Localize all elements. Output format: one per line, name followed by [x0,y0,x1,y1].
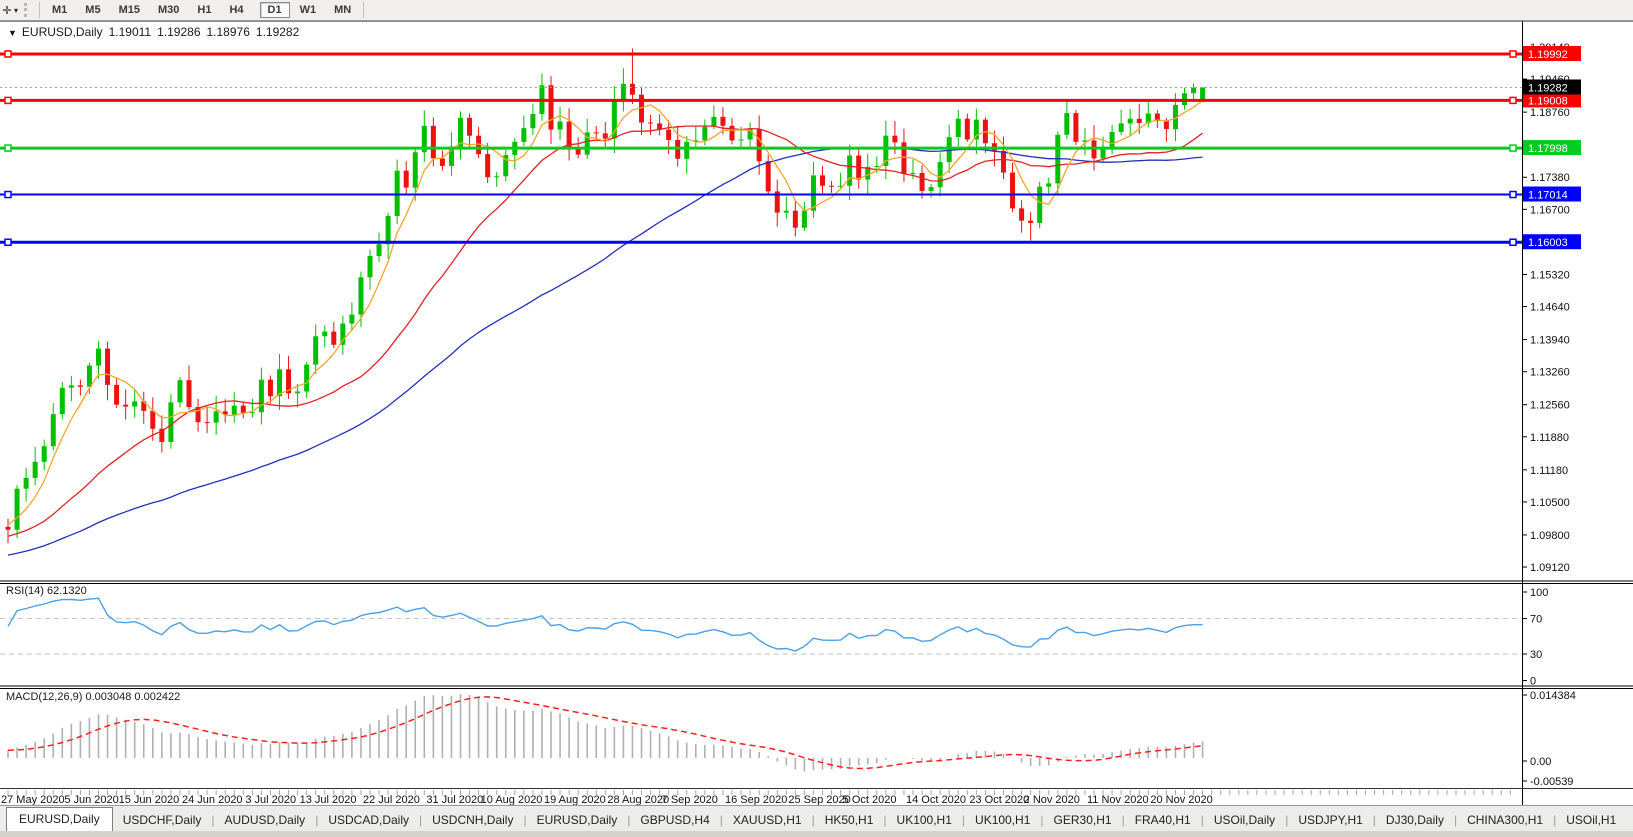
crosshair-icon[interactable]: ✛ [0,4,14,17]
window-bottom-edge [0,831,1633,837]
price-axis-label: 1.18760 [1530,107,1570,119]
macd-axis-label: 0.00 [1530,756,1551,768]
timeframe-button-D1[interactable]: D1 [260,2,290,18]
chart-tab-ger30-h1[interactable]: GER30,H1 [1044,809,1122,832]
chart-tab-china300-h1[interactable]: CHINA300,H1 [1457,809,1553,832]
rsi-line [8,598,1203,651]
price-axis-label: 1.16700 [1530,204,1570,216]
price-axis-label: 1.11880 [1530,432,1569,444]
chart-tab-usoil-daily[interactable]: USOil,Daily [1204,809,1285,832]
timeframe-toolbar: ✛ ▾ M1M5M15M30H1H4 D1W1MN [0,0,1633,21]
chart-tab-usdchf-daily[interactable]: USDCHF,Daily [113,809,212,832]
price-axis-label: 1.15320 [1530,269,1570,281]
chart-tab-gbpusd-h4[interactable]: GBPUSD,H4 [630,809,719,832]
hline-handle[interactable] [1510,51,1516,57]
ohlc-high: 1.19286 [157,25,200,39]
candlestick-series [6,48,1206,543]
symbol-dropdown-icon[interactable]: ▼ [8,28,17,38]
price-badge-1.16003-text: 1.16003 [1528,237,1568,249]
ma-fast-line [8,101,1203,525]
price-axis-label: 1.12560 [1530,400,1570,412]
hline-handle[interactable] [5,97,11,103]
hline-handle[interactable] [5,192,11,198]
chart-tab-uk100-h1[interactable]: UK100,H1 [887,809,962,832]
price-badge-1.17014-text: 1.17014 [1528,190,1568,202]
timeframe-button-M15[interactable]: M15 [111,2,148,18]
chart-title: ▼ EURUSD,Daily 1.19011 1.19286 1.18976 1.1928… [8,25,305,39]
chart-tab-xauusd-h1[interactable]: XAUUSD,H1 [723,809,812,832]
toolbar-dropdown-icon[interactable]: ▾ [14,6,18,15]
macd-indicator-label: MACD(12,26,9) 0.003048 0.002422 [6,691,180,703]
timeframe-button-M5[interactable]: M5 [77,2,108,18]
chart-tab-uk100-h1[interactable]: UK100,H1 [965,809,1040,832]
timeframe-button-M1[interactable]: M1 [44,2,75,18]
toolbar-separator [39,2,40,18]
hline-handle[interactable] [5,51,11,57]
price-axis-label: 1.13940 [1530,335,1570,347]
price-axis-label: 1.10500 [1530,497,1570,509]
price-axis-label: 1.11180 [1530,465,1568,477]
chart-tab-hk50-h1[interactable]: HK50,H1 [815,809,884,832]
macd-axis-label: -0.00539 [1530,776,1573,788]
price-badge-1.19992-text: 1.19992 [1528,49,1568,61]
rsi-axis-label: 30 [1530,649,1542,661]
chart-tab-usoil-h1[interactable]: USOil,H1 [1556,809,1626,832]
chart-tab-dj30-daily[interactable]: DJ30,Daily [1376,809,1454,832]
chart-tab-usdjpy-h1[interactable]: USDJPY,H1 [1288,809,1372,832]
price-badge-1.19008-text: 1.19008 [1528,95,1568,107]
chart-tab-eurusd-daily[interactable]: EURUSD,Daily [6,807,113,832]
timeframe-button-H1[interactable]: H1 [189,2,219,18]
ma-mid-line [8,126,1203,536]
hline-handle[interactable] [5,239,11,245]
toolbar-separator [363,2,364,18]
rsi-indicator-label: RSI(14) 62.1320 [6,585,87,597]
chart-canvas[interactable]: 1.201401.194601.187601.180801.173801.167… [0,0,1633,837]
chart-tab-usdcad-daily[interactable]: USDCAD,Daily [318,809,419,832]
chart-tabbar: EURUSD,DailyUSDCHF,Daily|AUDUSD,Daily|US… [0,805,1633,832]
rsi-axis-label: 0 [1530,676,1536,688]
price-axis-label: 1.09120 [1530,562,1570,574]
macd-axis-label: 0.014384 [1530,690,1576,702]
timeframe-button-W1[interactable]: W1 [292,2,325,18]
chart-tab-audusd-daily[interactable]: AUDUSD,Daily [215,809,316,832]
timeframe-button-H4[interactable]: H4 [221,2,251,18]
ohlc-low: 1.18976 [207,25,250,39]
price-badge-1.17998-text: 1.17998 [1528,143,1568,155]
hline-handle[interactable] [1510,192,1516,198]
hline-handle[interactable] [1510,145,1516,151]
mt4-window: ✛ ▾ M1M5M15M30H1H4D1W1MN 1.201401.194601… [0,0,1633,837]
chart-tab-eurusd-daily[interactable]: EURUSD,Daily [527,809,628,832]
hline-handle[interactable] [1510,97,1516,103]
toolbar-grip[interactable] [24,3,32,17]
price-axis-label: 1.14640 [1530,302,1570,314]
rsi-axis-label: 70 [1530,614,1542,626]
timeframe-button-MN[interactable]: MN [326,2,359,18]
price-axis-label: 1.13260 [1530,367,1570,379]
ohlc-close: 1.19282 [256,25,299,39]
timeframe-button-M30[interactable]: M30 [150,2,187,18]
price-axis-label: 1.17380 [1530,172,1570,184]
hline-handle[interactable] [5,145,11,151]
chart-symbol: EURUSD,Daily [22,25,103,39]
rsi-axis-label: 100 [1530,587,1548,599]
price-axis-label: 1.09800 [1530,530,1570,542]
timeframe-buttons: M1M5M15M30H1H4 D1W1MN [43,4,360,16]
ohlc-open: 1.19011 [109,25,152,39]
chart-tab-usdcnh-daily[interactable]: USDCNH,Daily [422,809,523,832]
current-price-badge-text: 1.19282 [1528,82,1568,94]
chart-tab-fra40-h1[interactable]: FRA40,H1 [1125,809,1201,832]
hline-handle[interactable] [1510,239,1516,245]
